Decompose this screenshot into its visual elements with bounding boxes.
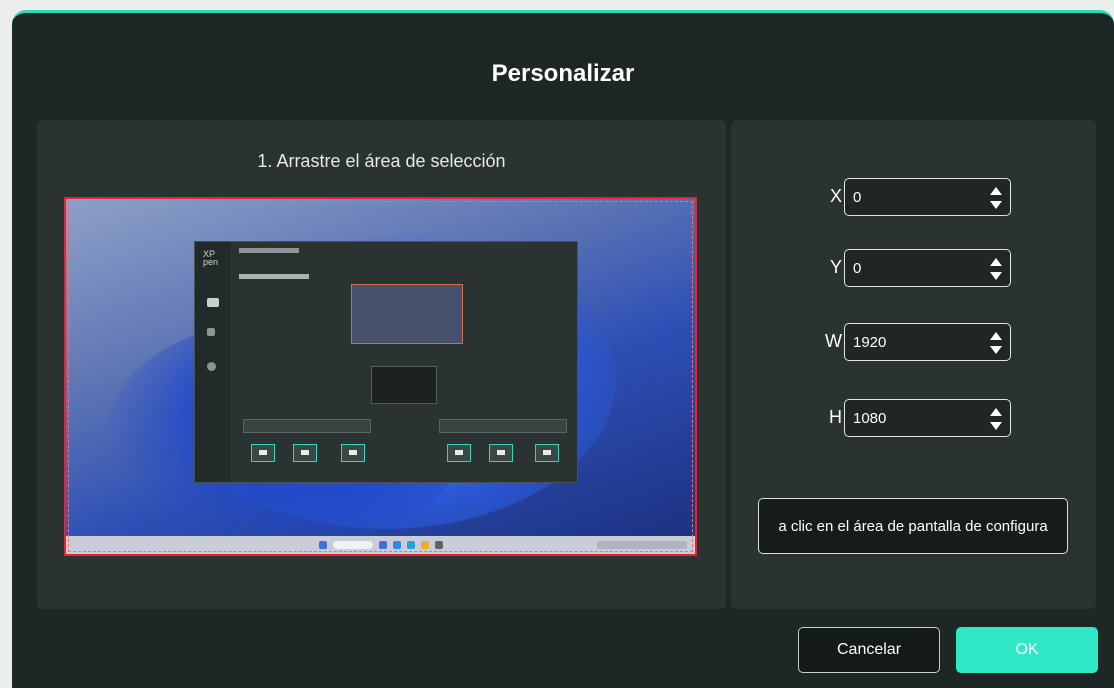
arrow-up-icon[interactable] [990,187,1002,195]
y-input[interactable]: 0 [844,249,1011,287]
arrow-down-icon[interactable] [990,272,1002,280]
arrow-down-icon[interactable] [990,422,1002,430]
x-value[interactable]: 0 [853,189,861,206]
set-display-area-label: a clic en el área de pantalla de configu… [778,517,1048,535]
screen-preview: XP pen [64,197,697,556]
customize-dialog: Personalizar 1. Arrastre el área de sele… [12,10,1114,688]
h-label: H [829,407,842,427]
w-value[interactable]: 1920 [853,334,886,351]
set-display-area-button[interactable]: a clic en el área de pantalla de configu… [758,498,1068,554]
arrow-down-icon[interactable] [990,346,1002,354]
arrow-up-icon[interactable] [990,332,1002,340]
h-field-row: H 1080 [731,399,1096,437]
arrow-up-icon[interactable] [990,408,1002,416]
arrow-up-icon[interactable] [990,258,1002,266]
up-down-arrows-icon[interactable] [990,408,1002,430]
selection-panel: 1. Arrastre el área de selección XP pen [37,120,726,609]
instruction-text: 1. Arrastre el área de selección [257,151,506,171]
h-input[interactable]: 1080 [844,399,1011,437]
w-field-row: W 1920 [731,323,1096,361]
selection-area[interactable] [68,201,693,552]
y-label: Y [829,257,842,277]
coordinates-panel: X 0 Y 0 W 1920 H 1080 a clic en el área … [731,120,1096,609]
x-label: X [829,186,842,206]
up-down-arrows-icon[interactable] [990,332,1002,354]
cancel-button[interactable]: Cancelar [798,627,940,673]
w-label: W [825,331,842,351]
dialog-title: Personalizar [491,60,635,87]
y-field-row: Y 0 [731,249,1096,287]
up-down-arrows-icon[interactable] [990,258,1002,280]
w-input[interactable]: 1920 [844,323,1011,361]
y-value[interactable]: 0 [853,260,861,277]
x-field-row: X 0 [731,178,1096,216]
ok-button[interactable]: OK [956,627,1098,673]
x-input[interactable]: 0 [844,178,1011,216]
h-value[interactable]: 1080 [853,410,886,427]
arrow-down-icon[interactable] [990,201,1002,209]
up-down-arrows-icon[interactable] [990,187,1002,209]
